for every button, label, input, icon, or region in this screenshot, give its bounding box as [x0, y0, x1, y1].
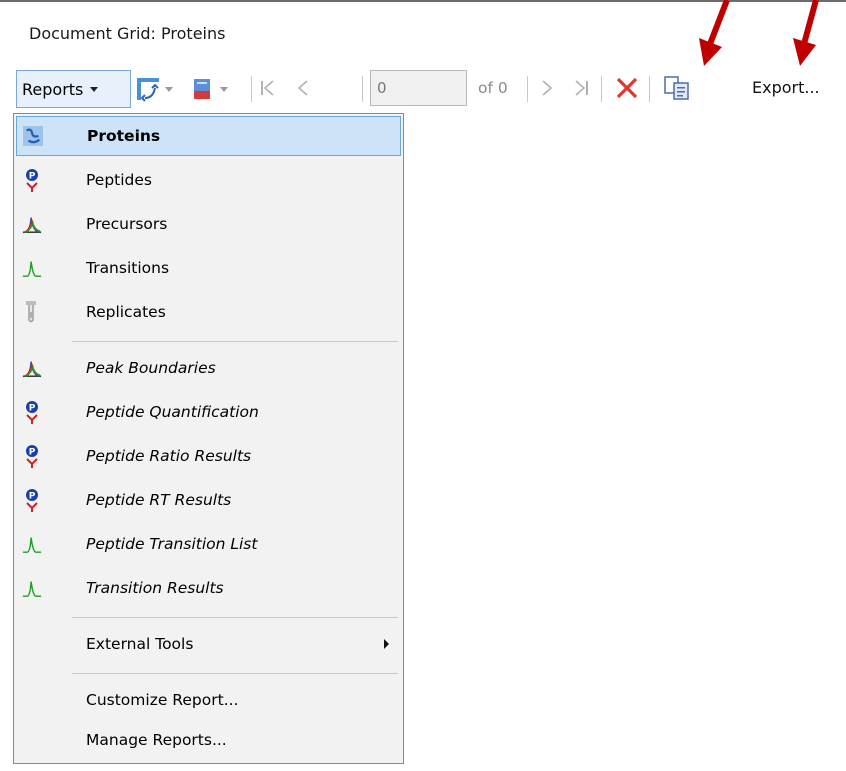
menu-item-label: External Tools — [86, 635, 194, 653]
record-count-label: of 0 — [478, 79, 508, 97]
menu-item-replicates[interactable]: Replicates — [16, 292, 401, 332]
menu-item-label: Precursors — [86, 215, 168, 233]
svg-text:P: P — [29, 172, 36, 182]
menu-item-customize-report[interactable]: Customize Report... — [16, 680, 401, 720]
precursor-icon — [22, 356, 42, 380]
menu-item-manage-reports[interactable]: Manage Reports... — [16, 720, 401, 760]
delete-button[interactable] — [614, 75, 640, 101]
menu-item-precursors[interactable]: Precursors — [16, 204, 401, 244]
svg-text:P: P — [29, 448, 36, 458]
annotation-arrow-icon — [793, 0, 819, 66]
next-record-button[interactable] — [537, 77, 557, 99]
menu-item-label: Replicates — [86, 303, 166, 321]
toolbar-separator — [251, 76, 252, 102]
menu-item-label: Transition Results — [86, 579, 224, 597]
export-button[interactable]: Export... — [752, 78, 820, 97]
page-title: Document Grid: Proteins — [29, 24, 226, 43]
menu-item-label: Peptide Ratio Results — [86, 447, 252, 465]
close-icon — [616, 77, 638, 99]
svg-text:P: P — [29, 492, 36, 502]
transition-icon — [22, 532, 42, 556]
menu-item-label: Peptides — [86, 171, 153, 189]
menu-item-peptide-transition-list[interactable]: Peptide Transition List — [16, 524, 401, 564]
toolbar-separator — [601, 76, 602, 102]
chevron-down-icon — [220, 86, 228, 92]
reports-label: Reports — [22, 79, 84, 99]
peptide-icon: P — [22, 168, 42, 192]
menu-item-peptides[interactable]: P Peptides — [16, 160, 401, 200]
reports-dropdown-button[interactable]: Reports — [16, 70, 131, 108]
copy-button[interactable] — [663, 75, 691, 101]
menu-item-peptide-quantification[interactable]: P Peptide Quantification — [16, 392, 401, 432]
svg-text:P: P — [29, 404, 36, 414]
pivot-button[interactable] — [135, 75, 173, 103]
toolbar-separator — [527, 76, 528, 102]
menu-item-label: Manage Reports... — [86, 731, 227, 749]
menu-separator — [72, 673, 398, 674]
layout-button[interactable] — [191, 75, 228, 103]
toolbar-separator — [649, 76, 650, 102]
menu-item-peptide-rt-results[interactable]: P Peptide RT Results — [16, 480, 401, 520]
peptide-icon: P — [22, 488, 42, 512]
peptide-icon: P — [22, 444, 42, 468]
menu-item-external-tools[interactable]: External Tools — [16, 624, 401, 664]
menu-item-transitions[interactable]: Transitions — [16, 248, 401, 288]
menu-item-label: Peptide Transition List — [86, 535, 258, 553]
menu-item-label: Peptide RT Results — [86, 491, 232, 509]
menu-item-peak-boundaries[interactable]: Peak Boundaries — [16, 348, 401, 388]
menu-item-peptide-ratio-results[interactable]: P Peptide Ratio Results — [16, 436, 401, 476]
menu-item-label: Proteins — [87, 127, 161, 145]
protein-icon — [23, 124, 43, 148]
next-record-icon — [542, 80, 553, 96]
menu-item-label: Peak Boundaries — [86, 359, 216, 377]
chevron-down-icon — [165, 86, 173, 92]
document-grid-toolbar: Reports of 0 — [13, 67, 846, 113]
transition-icon — [22, 256, 42, 280]
annotation-arrow-icon — [699, 0, 730, 66]
toolbar-separator — [362, 76, 363, 102]
peptide-icon: P — [22, 400, 42, 424]
chevron-right-icon — [384, 639, 389, 649]
chevron-down-icon — [90, 86, 99, 92]
menu-item-transition-results[interactable]: Transition Results — [16, 568, 401, 608]
pivot-icon — [137, 78, 159, 102]
menu-item-label: Peptide Quantification — [86, 403, 259, 421]
last-record-button[interactable] — [571, 77, 591, 99]
menu-separator — [72, 341, 398, 342]
replicate-icon — [22, 300, 42, 324]
record-position-input[interactable] — [370, 70, 467, 106]
first-record-icon — [261, 80, 274, 96]
menu-item-label: Customize Report... — [86, 691, 239, 709]
menu-item-proteins[interactable]: Proteins — [16, 116, 401, 156]
transition-icon — [22, 576, 42, 600]
menu-item-label: Transitions — [86, 259, 170, 277]
first-record-button[interactable] — [258, 77, 278, 99]
precursor-icon — [22, 212, 42, 236]
menu-separator — [72, 617, 398, 618]
last-record-icon — [575, 80, 588, 96]
copy-icon — [664, 76, 689, 100]
previous-record-icon — [297, 80, 308, 96]
layout-icon — [194, 79, 210, 99]
previous-record-button[interactable] — [293, 77, 313, 99]
reports-dropdown-menu: Proteins P Peptides Precursors Transitio… — [13, 113, 404, 764]
